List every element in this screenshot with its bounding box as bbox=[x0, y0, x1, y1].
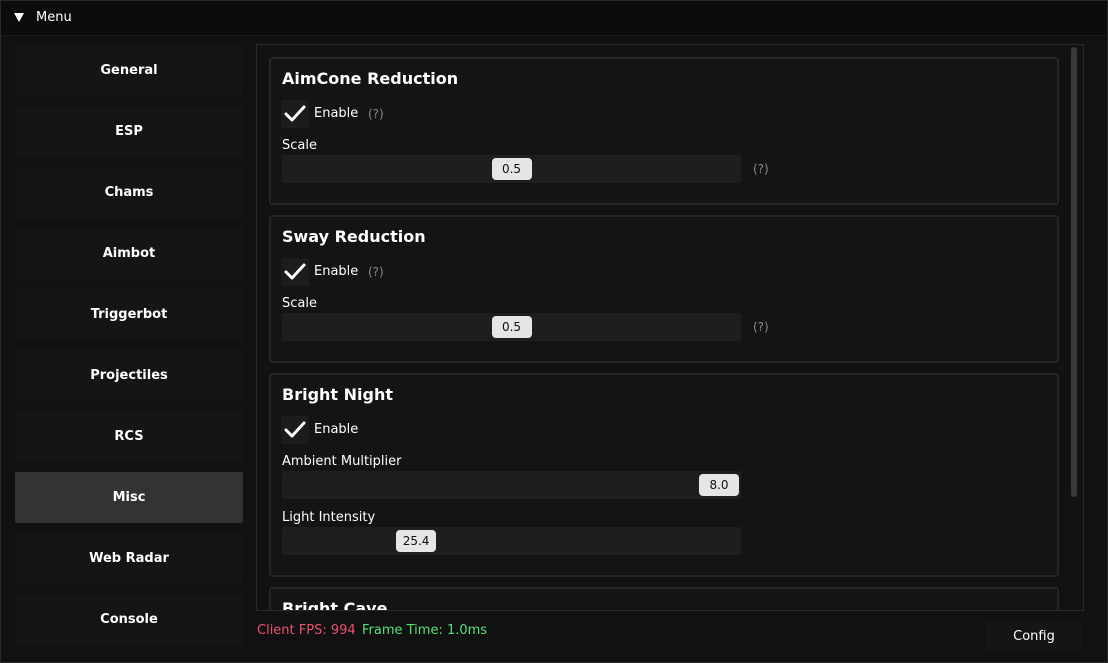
sway-enable-checkbox[interactable] bbox=[281, 258, 309, 286]
aimcone-scale-slider[interactable]: 0.5 bbox=[282, 155, 741, 183]
sidebar: General ESP Chams Aimbot Triggerbot Proj… bbox=[15, 41, 244, 656]
help-marker[interactable]: (?) bbox=[368, 107, 384, 121]
sidebar-item-general[interactable]: General bbox=[15, 45, 243, 96]
sidebar-item-aimbot[interactable]: Aimbot bbox=[15, 228, 243, 279]
aimcone-enable-checkbox[interactable] bbox=[281, 100, 309, 128]
scale-label: Scale bbox=[282, 296, 317, 311]
section-title: Bright Night bbox=[282, 385, 393, 404]
slider-grab[interactable]: 8.0 bbox=[699, 474, 739, 496]
aimcone-reduction-section: AimCone Reduction Enable (?) Scale 0.5 (… bbox=[269, 57, 1059, 205]
bright-night-enable-checkbox[interactable] bbox=[281, 416, 309, 444]
sidebar-item-esp[interactable]: ESP bbox=[15, 106, 243, 157]
enable-label: Enable bbox=[314, 264, 359, 279]
title-bar[interactable]: Menu bbox=[1, 1, 1107, 36]
section-title: AimCone Reduction bbox=[282, 69, 459, 88]
sidebar-item-projectiles[interactable]: Projectiles bbox=[15, 350, 243, 401]
window-title: Menu bbox=[36, 10, 72, 25]
help-marker[interactable]: (?) bbox=[753, 320, 769, 334]
frame-time: Frame Time: 1.0ms bbox=[362, 623, 488, 638]
section-title: Bright Cave bbox=[282, 599, 388, 611]
sidebar-item-chams[interactable]: Chams bbox=[15, 167, 243, 218]
light-intensity-label: Light Intensity bbox=[282, 510, 376, 525]
scrollbar-thumb[interactable] bbox=[1071, 47, 1077, 497]
checkmark-icon bbox=[284, 421, 306, 438]
sidebar-item-rcs[interactable]: RCS bbox=[15, 411, 243, 462]
sway-reduction-section: Sway Reduction Enable (?) Scale 0.5 (?) bbox=[269, 215, 1059, 363]
slider-grab[interactable]: 0.5 bbox=[491, 316, 532, 338]
enable-label: Enable bbox=[314, 106, 359, 121]
checkmark-icon bbox=[284, 105, 306, 122]
bright-cave-section: Bright Cave bbox=[269, 587, 1059, 611]
misc-content-panel[interactable]: AimCone Reduction Enable (?) Scale 0.5 (… bbox=[256, 44, 1084, 611]
help-marker[interactable]: (?) bbox=[753, 162, 769, 176]
help-marker[interactable]: (?) bbox=[368, 265, 384, 279]
scrollbar[interactable] bbox=[1067, 47, 1079, 609]
config-button[interactable]: Config bbox=[986, 622, 1082, 650]
sidebar-item-misc[interactable]: Misc bbox=[15, 472, 243, 523]
collapse-triangle-icon[interactable] bbox=[14, 13, 24, 22]
sway-scale-slider[interactable]: 0.5 bbox=[282, 313, 741, 341]
section-title: Sway Reduction bbox=[282, 227, 426, 246]
client-fps: Client FPS: 994 bbox=[257, 623, 356, 638]
ambient-multiplier-label: Ambient Multiplier bbox=[282, 454, 402, 469]
sidebar-item-web-radar[interactable]: Web Radar bbox=[15, 533, 243, 584]
bright-night-section: Bright Night Enable Ambient Multiplier 8… bbox=[269, 373, 1059, 577]
menu-window: Menu General ESP Chams Aimbot Triggerbot… bbox=[0, 0, 1108, 663]
enable-label: Enable bbox=[314, 422, 359, 437]
sidebar-item-console[interactable]: Console bbox=[15, 594, 243, 645]
checkmark-icon bbox=[284, 263, 306, 280]
slider-grab[interactable]: 25.4 bbox=[396, 530, 437, 552]
scale-label: Scale bbox=[282, 138, 317, 153]
ambient-multiplier-slider[interactable]: 8.0 bbox=[282, 471, 741, 499]
slider-grab[interactable]: 0.5 bbox=[491, 158, 532, 180]
light-intensity-slider[interactable]: 25.4 bbox=[282, 527, 741, 555]
sidebar-item-triggerbot[interactable]: Triggerbot bbox=[15, 289, 243, 340]
